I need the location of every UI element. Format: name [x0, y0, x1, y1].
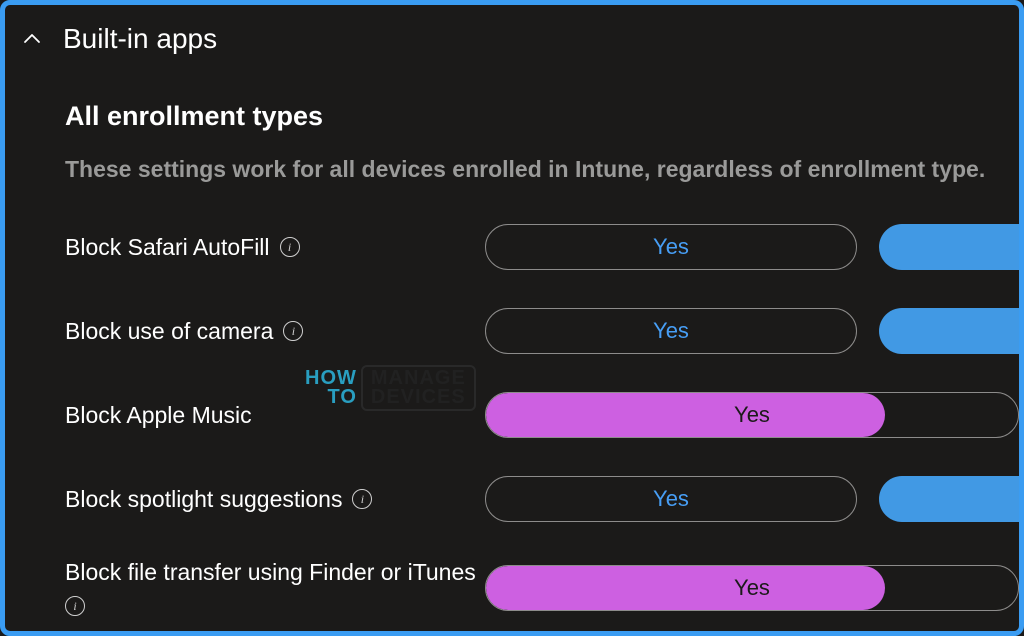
toggle-area: Yes	[485, 476, 1019, 522]
section-title: Built-in apps	[63, 23, 217, 55]
settings-panel: Built-in apps All enrollment types These…	[0, 0, 1024, 636]
toggle-alt-pill[interactable]	[879, 224, 1019, 270]
toggle-yes[interactable]: Yes	[485, 224, 857, 270]
setting-label-text: Block file transfer using Finder or iTun…	[65, 559, 476, 586]
setting-label-text: Block Safari AutoFill	[65, 234, 270, 261]
setting-label-text: Block Apple Music	[65, 402, 252, 429]
toggle-alt-pill[interactable]	[879, 476, 1019, 522]
info-icon[interactable]: i	[352, 489, 372, 509]
toggle-yes[interactable]: Yes	[485, 392, 1019, 438]
setting-row: Block file transfer using Finder or iTun…	[65, 559, 1019, 616]
toggle-yes[interactable]: Yes	[485, 565, 1019, 611]
toggle-yes[interactable]: Yes	[485, 476, 857, 522]
setting-row: Block Safari AutoFill i Yes	[65, 223, 1019, 271]
subsection-title: All enrollment types	[65, 101, 1019, 132]
toggle-area: Yes	[485, 224, 1019, 270]
info-icon[interactable]: i	[65, 596, 85, 616]
section-header: Built-in apps	[5, 5, 1019, 61]
toggle-value: Yes	[486, 402, 1018, 428]
toggle-alt-pill[interactable]	[879, 308, 1019, 354]
toggle-yes[interactable]: Yes	[485, 308, 857, 354]
toggle-value: Yes	[486, 234, 856, 260]
toggle-value: Yes	[486, 486, 856, 512]
toggle-value: Yes	[486, 318, 856, 344]
section-content: All enrollment types These settings work…	[5, 61, 1019, 616]
setting-row: Block spotlight suggestions i Yes	[65, 475, 1019, 523]
setting-row: Block Apple Music Yes	[65, 391, 1019, 439]
setting-label-text: Block use of camera	[65, 318, 273, 345]
toggle-area: Yes	[485, 392, 1019, 438]
subsection-description: These settings work for all devices enro…	[65, 154, 1019, 185]
setting-label: Block Safari AutoFill i	[65, 234, 485, 261]
toggle-area: Yes	[485, 565, 1019, 611]
info-icon[interactable]: i	[283, 321, 303, 341]
setting-row: Block use of camera i Yes	[65, 307, 1019, 355]
info-icon[interactable]: i	[280, 237, 300, 257]
setting-label-text: Block spotlight suggestions	[65, 486, 342, 513]
setting-label: Block Apple Music	[65, 402, 485, 429]
chevron-up-icon[interactable]	[19, 26, 45, 52]
setting-label: Block file transfer using Finder or iTun…	[65, 559, 485, 616]
toggle-area: Yes	[485, 308, 1019, 354]
setting-label: Block use of camera i	[65, 318, 485, 345]
toggle-value: Yes	[486, 575, 1018, 601]
setting-label: Block spotlight suggestions i	[65, 486, 485, 513]
